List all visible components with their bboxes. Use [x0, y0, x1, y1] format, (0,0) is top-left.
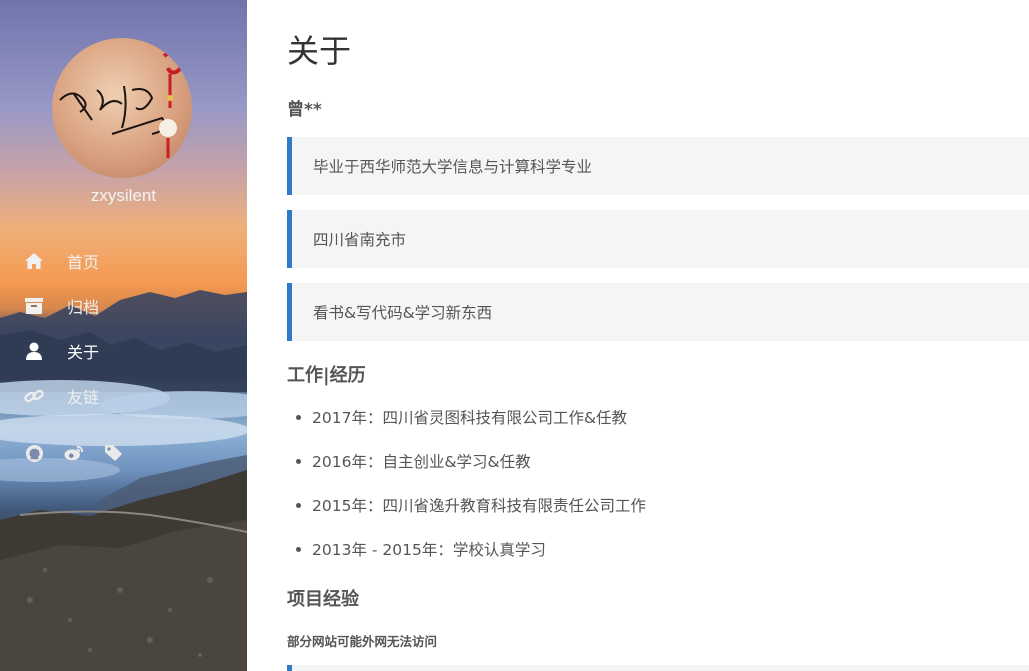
archive-icon: [22, 294, 46, 318]
sidebar-item-label: 归档: [67, 297, 100, 317]
github-icon[interactable]: [24, 443, 44, 463]
work-list: 2017年：四川省灵图科技有限公司工作&任教 2016年：自主创业&学习&任教 …: [287, 395, 646, 571]
list-item: 2017年：四川省灵图科技有限公司工作&任教: [287, 395, 646, 439]
quote-hobbies: 看书&写代码&学习新东西: [287, 283, 1029, 341]
signature-icon: [59, 50, 185, 158]
user-icon: [22, 339, 46, 363]
link-icon: [22, 384, 46, 408]
quote-partial: [287, 665, 1029, 671]
author-name: 曾**: [287, 100, 322, 120]
social-links: [24, 443, 124, 463]
list-item: 2015年：四川省逸升教育科技有限责任公司工作: [287, 483, 646, 527]
weibo-icon[interactable]: [64, 443, 84, 463]
sidebar-item-label: 友链: [67, 387, 100, 407]
project-note: 部分网站可能外网无法访问: [287, 634, 438, 649]
quote-location: 四川省南充市: [287, 210, 1029, 268]
quote-education: 毕业于西华师范大学信息与计算科学专业: [287, 137, 1029, 195]
sidebar-item-label: 首页: [67, 252, 100, 272]
sidebar-item-home[interactable]: 首页: [22, 238, 99, 283]
avatar[interactable]: [52, 38, 192, 178]
list-item: 2016年：自主创业&学习&任教: [287, 439, 646, 483]
tags-icon[interactable]: [104, 443, 124, 463]
sidebar: zxysilent 首页 归档 关于 友链: [0, 0, 247, 671]
sidebar-item-archive[interactable]: 归档: [22, 283, 99, 328]
username[interactable]: zxysilent: [0, 186, 247, 206]
project-section-title: 项目经验: [287, 589, 359, 610]
sidebar-item-label: 关于: [67, 342, 100, 362]
sidebar-nav: 首页 归档 关于 友链: [22, 238, 99, 418]
page-title: 关于: [287, 33, 352, 69]
sidebar-item-links[interactable]: 友链: [22, 373, 99, 418]
sidebar-item-about[interactable]: 关于: [22, 328, 99, 373]
main-content: 关于 曾** 毕业于西华师范大学信息与计算科学专业 四川省南充市 看书&写代码&…: [287, 0, 1029, 671]
work-section-title: 工作|经历: [287, 365, 366, 386]
home-icon: [22, 249, 46, 273]
list-item: 2013年 - 2015年：学校认真学习: [287, 527, 646, 571]
